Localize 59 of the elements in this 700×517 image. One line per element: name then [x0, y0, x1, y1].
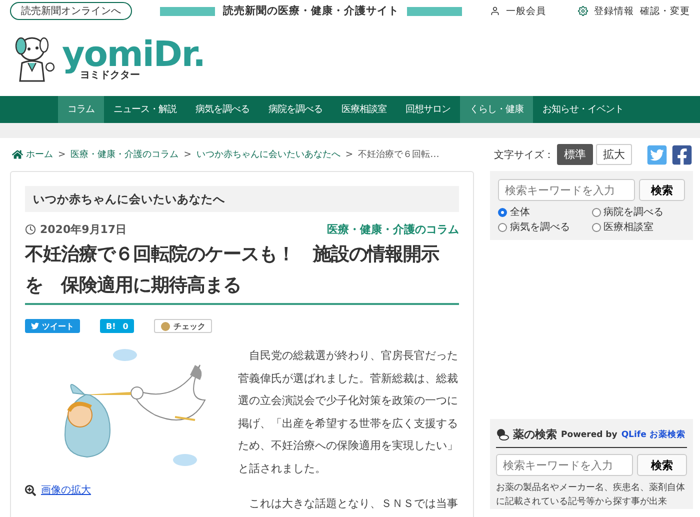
radio-button[interactable] [498, 222, 507, 232]
nav-item[interactable]: ニュース・解説 [104, 96, 186, 123]
facebook-icon[interactable] [671, 144, 693, 166]
site-tagline: 読売新聞の医療・健康・介護サイト [223, 4, 399, 18]
clock-icon [25, 224, 36, 235]
drug-search-field[interactable]: 検索キーワードを入力 [496, 454, 633, 476]
logo-wordmark: yomiDr. [62, 38, 205, 72]
nav-item[interactable]: お知らせ・イベント [533, 96, 633, 123]
settings-icon [578, 6, 588, 16]
provider-link[interactable]: QLife お薬検索 [621, 428, 686, 440]
article-title: 不妊治療で６回転院のケースも！ 施設の情報開示を 保険適用に期待高まる [25, 239, 459, 305]
search-scope-option[interactable]: 病気を調べる [498, 220, 592, 234]
account-link[interactable]: 確認・変更 [640, 4, 690, 18]
online-link[interactable]: 読売新聞オンラインへ [10, 2, 132, 20]
breadcrumb-separator: > [184, 149, 192, 160]
radio-button[interactable] [498, 208, 507, 216]
article-paragraph: これは大きな話題となり、ＳＮＳでは当事 [248, 496, 459, 512]
user-icon [490, 6, 500, 16]
search-button[interactable]: 検索 [639, 179, 685, 201]
member-status: 一般会員 [506, 4, 546, 18]
series-title: いつか赤ちゃんに会いたいあなたへ [25, 186, 459, 212]
font-size-button[interactable]: 拡大 [596, 144, 632, 165]
check-logo-icon [161, 322, 170, 330]
article-paragraph: 自民党の総裁選が終わり、官房長官だった菅義偉氏が選ばれました。菅新総裁は、総裁選の立会演説会で少子化対策を政策の一つに掲げ、「出産を希望する世帯を広く支援するため、不妊治療への保険適用を実現したい」と話されました。 [238, 348, 459, 476]
nav-item[interactable]: コラム [58, 96, 104, 123]
breadcrumb-link[interactable]: いつか赤ちゃんに会いたいあなたへ [196, 148, 340, 161]
article-date: 2020年9月17日 [25, 222, 127, 237]
breadcrumb-current: 不妊治療で６回転… [358, 148, 440, 161]
share-button[interactable]: チェック [154, 319, 212, 333]
search-scope-option[interactable]: 全体 [498, 205, 592, 219]
nav-item[interactable]: 回想サロン [396, 96, 460, 123]
breadcrumb-separator: > [58, 149, 66, 160]
drug-search-button[interactable]: 検索 [637, 454, 687, 476]
nav-item[interactable]: 病気を調べる [186, 96, 259, 123]
font-size-label: 文字サイズ： [494, 148, 554, 162]
nav-item[interactable]: くらし・健康 [460, 96, 533, 123]
enlarge-image-link[interactable]: 画像の拡大 [25, 483, 225, 497]
search-scope-option[interactable]: 病院を調べる [592, 205, 685, 219]
pill-icon [496, 428, 509, 441]
nav-item[interactable]: 病院を調べる [259, 96, 332, 123]
bird-icon [31, 322, 39, 330]
breadcrumb-link[interactable]: ホーム [12, 148, 53, 161]
home-icon [12, 149, 23, 160]
powered-by-text: Powered by [561, 430, 618, 440]
font-size-button[interactable]: 標準 [557, 144, 593, 165]
category-link[interactable]: 医療・健康・介護のコラム [327, 222, 459, 237]
radio-button[interactable] [592, 222, 600, 232]
account-link[interactable]: 登録情報 [594, 4, 634, 18]
search-field[interactable]: 検索キーワードを入力 [498, 179, 635, 201]
tagline-bar [407, 6, 462, 16]
breadcrumb-link[interactable]: 医療・健康・介護のコラム [70, 148, 179, 161]
search-scope-option[interactable]: 医療相談室 [592, 220, 685, 234]
drug-search-description: お薬の製品名やメーカー名、疾患名、薬剤自体に記載されている記号等から探す事が出来 [496, 482, 686, 509]
zoom-icon [25, 484, 36, 496]
breadcrumb-separator: > [345, 149, 354, 160]
nav-item[interactable]: 医療相談室 [332, 96, 396, 123]
tagline-bar [160, 6, 215, 16]
drug-search-title: 薬の検索 [513, 427, 557, 442]
radio-button[interactable] [592, 208, 600, 216]
